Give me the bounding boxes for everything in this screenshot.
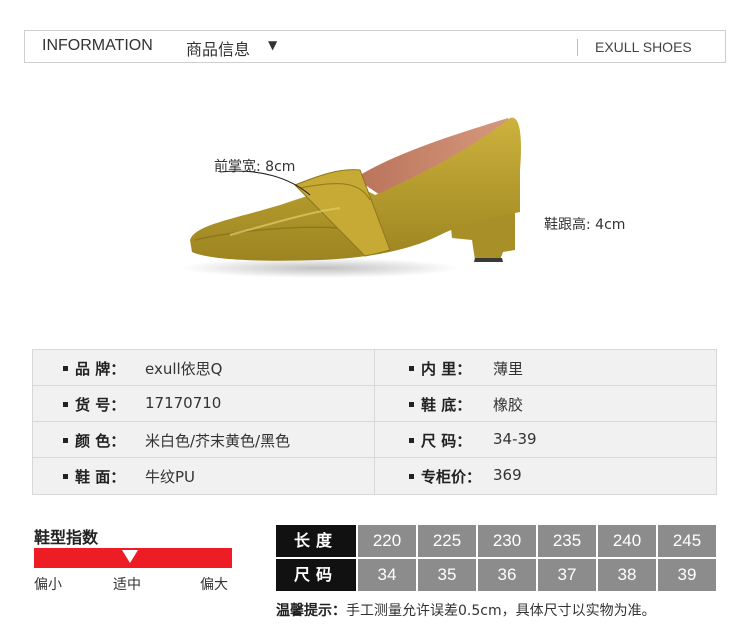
bullet-icon — [409, 438, 414, 443]
size-length-cell: 220 — [358, 525, 416, 557]
info-row: 颜 色： 米白色/芥末黄色/黑色 尺 码： 34-39 — [33, 422, 716, 458]
info-header: INFORMATION 商品信息 ▼ EXULL SHOES — [24, 30, 726, 63]
fit-label-large: 偏大 — [200, 577, 228, 593]
info-key: 颜 色： — [75, 432, 126, 450]
size-note-text: 手工测量允许误差0.5cm，具体尺寸以实物为准。 — [346, 603, 656, 619]
header-brand: EXULL SHOES — [595, 39, 692, 55]
info-row: 货 号： 17170710 鞋 底： 橡胶 — [33, 386, 716, 422]
size-number-cell: 37 — [538, 559, 596, 591]
info-cell-item-no: 货 号： 17170710 — [33, 386, 373, 422]
bullet-icon — [63, 474, 68, 479]
product-info-table: 品 牌： exull依思Q 内 里： 薄里 货 号： 17170710 鞋 底：… — [32, 349, 717, 495]
info-key: 鞋 底： — [421, 396, 472, 414]
size-number-cell: 39 — [658, 559, 716, 591]
info-key: 尺 码： — [421, 432, 472, 450]
fit-marker-icon — [122, 550, 138, 563]
info-cell-price: 专柜价： 369 — [375, 458, 715, 494]
info-value: 薄里 — [493, 360, 524, 378]
size-length-cell: 240 — [598, 525, 656, 557]
header-title-cn: 商品信息 — [186, 40, 251, 59]
size-length-cell: 230 — [478, 525, 536, 557]
info-value: 米白色/芥末黄色/黑色 — [145, 432, 291, 450]
info-cell-sole: 鞋 底： 橡胶 — [375, 386, 715, 422]
info-key: 品 牌： — [75, 360, 126, 378]
info-value: 17170710 — [145, 394, 222, 412]
shoe-product-image — [180, 117, 521, 278]
info-key: 专柜价： — [421, 468, 482, 486]
size-length-cell: 245 — [658, 525, 716, 557]
size-number-cell: 36 — [478, 559, 536, 591]
info-cell-color: 颜 色： 米白色/芥末黄色/黑色 — [33, 422, 373, 458]
info-key: 鞋 面： — [75, 468, 126, 486]
info-row: 鞋 面： 牛纹PU 专柜价： 369 — [33, 458, 716, 494]
bullet-icon — [63, 438, 68, 443]
info-value: 369 — [493, 466, 522, 484]
size-table-size-header: 尺码 — [276, 559, 356, 591]
bullet-icon — [409, 366, 414, 371]
info-value: 34-39 — [493, 430, 537, 448]
size-number-cell: 35 — [418, 559, 476, 591]
info-cell-upper: 鞋 面： 牛纹PU — [33, 458, 373, 494]
info-value: exull依思Q — [145, 360, 223, 378]
caret-down-icon: ▼ — [268, 38, 278, 52]
bullet-icon — [409, 402, 414, 407]
info-cell-size-range: 尺 码： 34-39 — [375, 422, 715, 458]
size-note: 温馨提示：手工测量允许误差0.5cm，具体尺寸以实物为准。 — [276, 600, 656, 620]
info-value: 橡胶 — [493, 396, 524, 414]
fit-index-title: 鞋型指数 — [34, 528, 99, 547]
fit-label-small: 偏小 — [34, 577, 62, 593]
bullet-icon — [63, 366, 68, 371]
info-key: 内 里： — [421, 360, 472, 378]
size-length-cell: 235 — [538, 525, 596, 557]
info-cell-lining: 内 里： 薄里 — [375, 350, 715, 386]
heel-height-label: 鞋跟高: 4cm — [544, 217, 626, 233]
bullet-icon — [63, 402, 68, 407]
size-number-cell: 34 — [358, 559, 416, 591]
info-key: 货 号： — [75, 396, 126, 414]
size-note-label: 温馨提示： — [276, 603, 346, 619]
info-cell-brand: 品 牌： exull依思Q — [33, 350, 373, 386]
fit-label-fit: 适中 — [113, 577, 141, 593]
size-length-cell: 225 — [418, 525, 476, 557]
header-divider — [577, 39, 578, 56]
size-number-cell: 38 — [598, 559, 656, 591]
header-title-en: INFORMATION — [42, 37, 153, 54]
size-table-length-header: 长度 — [276, 525, 356, 557]
bullet-icon — [409, 474, 414, 479]
forefoot-width-label: 前掌宽: 8cm — [214, 159, 296, 175]
info-value: 牛纹PU — [145, 468, 196, 486]
info-row: 品 牌： exull依思Q 内 里： 薄里 — [33, 350, 716, 386]
